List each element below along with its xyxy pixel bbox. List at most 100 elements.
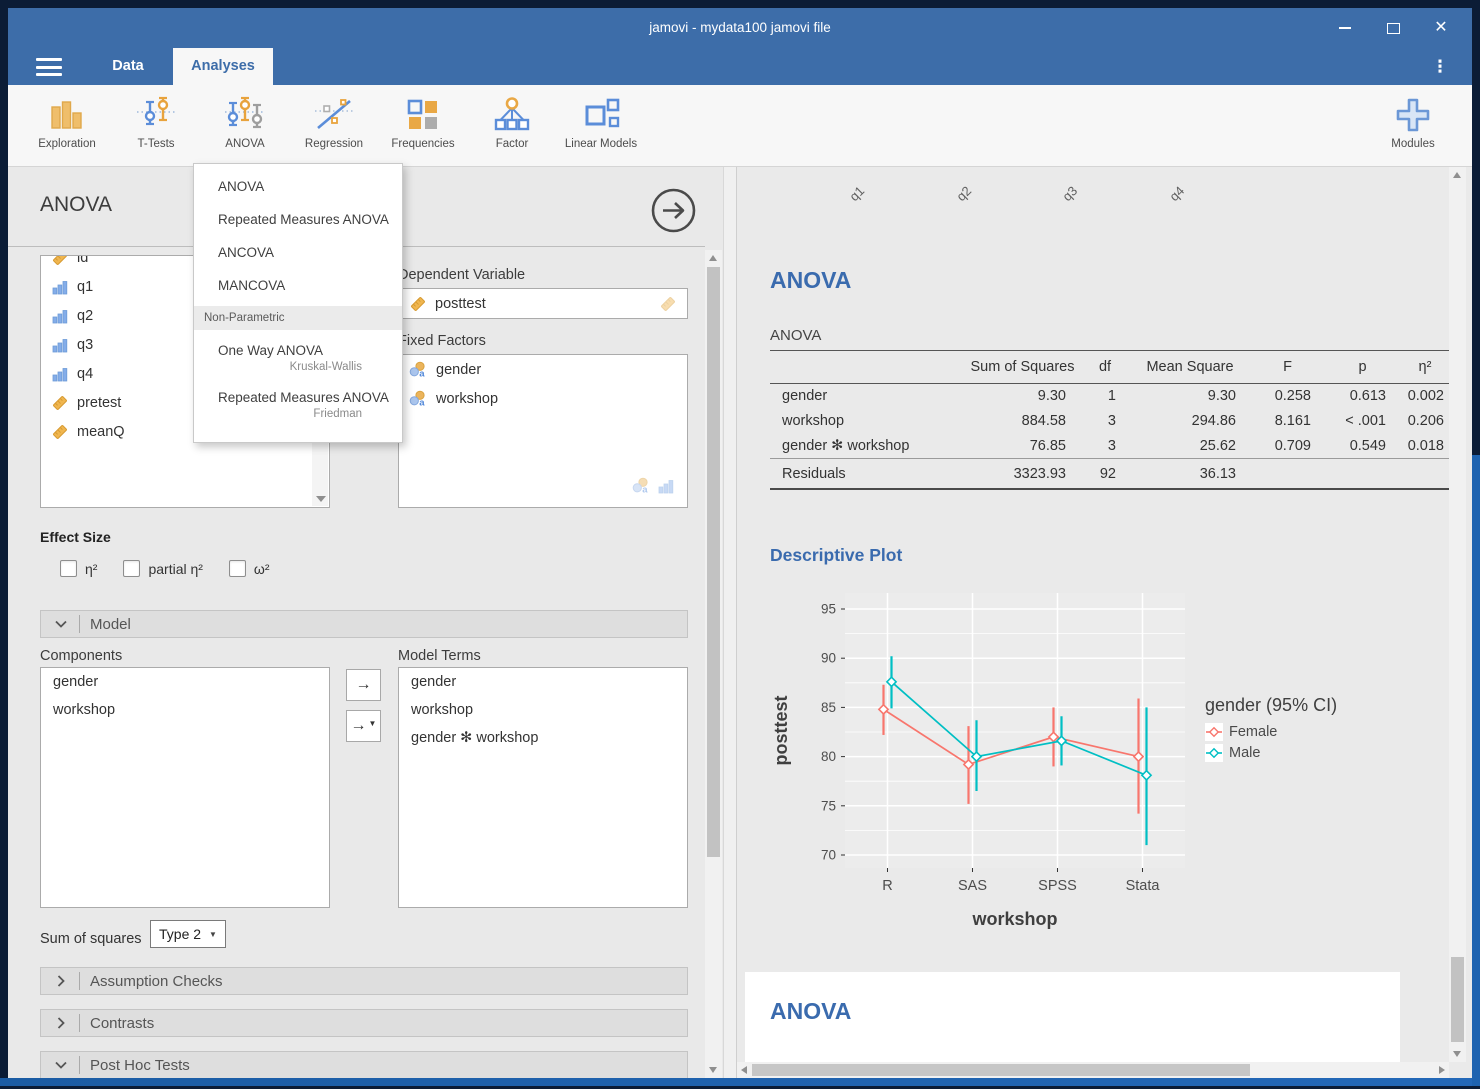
model-terms-label: Model Terms (398, 648, 481, 664)
model-terms-list[interactable]: genderworkshopgender ✻ workshop (398, 667, 688, 908)
minimize-button[interactable] (1322, 8, 1368, 48)
menu-item-repeated-measures-anova[interactable]: Repeated Measures ANOVA (194, 203, 402, 236)
tab-analyses[interactable]: Analyses (173, 48, 273, 85)
scroll-right-icon[interactable] (1439, 1066, 1445, 1074)
component-gender[interactable]: gender (41, 668, 329, 696)
analyses-ribbon: Exploration T-Tests ANOVARegressionFr (8, 85, 1472, 167)
effect-size-checkbox-0[interactable]: η² (60, 560, 97, 577)
results-vertical-scrollbar[interactable] (1449, 167, 1466, 1062)
close-button[interactable]: ✕ (1418, 8, 1464, 48)
continuous-variable-icon (51, 255, 69, 267)
exploration-icon (47, 95, 87, 135)
window-frame-accent (0, 1078, 1480, 1086)
rotated-column-label: q2 (953, 183, 974, 204)
model-term[interactable]: gender ✻ workshop (399, 724, 687, 752)
panel-splitter[interactable] (723, 167, 737, 1078)
svg-text:70: 70 (821, 848, 836, 863)
ribbon-button-regression[interactable]: Regression (290, 93, 378, 159)
scroll-left-icon[interactable] (741, 1066, 747, 1074)
anova-table-caption: ANOVA (770, 327, 821, 344)
model-term[interactable]: workshop (399, 696, 687, 724)
model-section-header[interactable]: Model (40, 610, 688, 638)
more-options-icon[interactable]: ⋮ (1428, 55, 1452, 79)
new-anova-heading: ANOVA (770, 998, 851, 1025)
add-term-button[interactable]: → (346, 669, 381, 701)
continuous-variable-icon (51, 423, 69, 441)
rotated-column-label: q1 (846, 183, 867, 204)
menu-item-anova[interactable]: ANOVA (194, 170, 402, 203)
scroll-up-icon[interactable] (709, 255, 717, 261)
ribbon-button-frequencies[interactable]: Frequencies (379, 93, 467, 159)
modules-plus-icon (1393, 95, 1433, 135)
nominal-variable-icon: a (409, 361, 428, 379)
rotated-column-label: q4 (1166, 183, 1187, 204)
anova-icon (225, 95, 265, 135)
section-assumption-checks[interactable]: Assumption Checks (40, 967, 688, 995)
ribbon-button-exploration[interactable]: Exploration (23, 93, 111, 159)
ordinal-variable-icon (51, 336, 69, 354)
hide-options-button[interactable] (650, 187, 697, 234)
regression-icon (314, 95, 354, 135)
menu-item-repeated-measures-anova[interactable]: Repeated Measures ANOVA Friedman (194, 381, 402, 428)
dependent-variable-box[interactable]: posttest (398, 288, 688, 319)
component-workshop[interactable]: workshop (41, 696, 329, 724)
checkbox-icon (60, 560, 77, 577)
model-term[interactable]: gender (399, 668, 687, 696)
table-row: workshop884.583294.868.161< .0010.206 (770, 409, 1450, 434)
descriptive-plot: 707580859095RSASSPSSStataposttestworksho… (765, 585, 1215, 940)
checkbox-icon (123, 560, 140, 577)
svg-text:workshop: workshop (971, 909, 1057, 929)
options-scrollbar[interactable] (705, 250, 722, 1078)
scroll-down-icon[interactable] (709, 1067, 717, 1073)
menu-item-ancova[interactable]: ANCOVA (194, 236, 402, 269)
ordinal-variable-icon (51, 278, 69, 296)
options-title: ANOVA (40, 193, 112, 217)
components-list[interactable]: genderworkshop (40, 667, 330, 908)
right-arrow-icon: → (351, 717, 367, 735)
continuous-variable-icon (51, 394, 69, 412)
effect-size-checkbox-1[interactable]: partial η² (123, 560, 202, 577)
sum-of-squares-select[interactable]: Type 2 ▼ (150, 920, 226, 948)
anova-results-table: Sum of SquaresdfMean SquareFpη² gender9.… (770, 350, 1450, 490)
maximize-button[interactable] (1370, 8, 1416, 48)
anova-dropdown-menu: ANOVARepeated Measures ANOVAANCOVAMANCOV… (193, 163, 403, 443)
variable-gender[interactable]: agender (399, 355, 687, 384)
descriptive-plot-heading: Descriptive Plot (770, 545, 902, 566)
svg-text:a: a (419, 368, 425, 378)
menu-item-mancova[interactable]: MANCOVA (194, 269, 402, 302)
ordinal-type-watermark-icon (657, 477, 675, 500)
results-horizontal-scrollbar[interactable] (737, 1062, 1449, 1078)
menu-item-one-way-anova[interactable]: One Way ANOVA Kruskal-Wallis (194, 334, 402, 381)
section-contrasts[interactable]: Contrasts (40, 1009, 688, 1037)
ribbon-button-t-tests[interactable]: T-Tests (112, 93, 200, 159)
tab-bar: Data Analyses ⋮ (8, 48, 1472, 85)
svg-text:R: R (882, 878, 892, 894)
new-analysis-card[interactable]: ANOVA (745, 972, 1400, 1062)
window-title: jamovi - mydata100 jamovi file (8, 8, 1472, 48)
svg-text:posttest: posttest (771, 695, 791, 765)
chevron-down-icon (53, 616, 69, 632)
ribbon-button-factor[interactable]: Factor (468, 93, 556, 159)
tab-data[interactable]: Data (83, 48, 173, 85)
legend-item-female: Female (1205, 722, 1337, 742)
variable-posttest[interactable]: posttest (399, 289, 687, 318)
ribbon-button-linear-models[interactable]: Linear Models (557, 93, 645, 159)
scroll-down-icon[interactable] (316, 496, 326, 502)
legend-key-icon (1205, 744, 1223, 762)
modules-button[interactable]: Modules (1369, 93, 1457, 159)
variable-workshop[interactable]: aworkshop (399, 384, 687, 413)
menu-section-label: Non-Parametric (194, 306, 402, 330)
table-row: Residuals3323.939236.13 (770, 459, 1450, 490)
ordinal-variable-icon (51, 365, 69, 383)
scroll-down-icon[interactable] (1453, 1051, 1461, 1057)
hamburger-menu-icon[interactable] (36, 56, 66, 78)
effect-size-checkbox-2[interactable]: ω² (229, 560, 270, 577)
section-post-hoc-tests[interactable]: Post Hoc Tests (40, 1051, 688, 1078)
ordinal-variable-icon (657, 477, 675, 495)
t-tests-icon (136, 95, 176, 135)
ribbon-button-anova[interactable]: ANOVA (201, 93, 289, 159)
fixed-factors-box[interactable]: agenderaworkshop a (398, 354, 688, 508)
scroll-up-icon[interactable] (1453, 172, 1461, 178)
add-interaction-button[interactable]: →▼ (346, 710, 381, 742)
chevron-right-icon (53, 973, 69, 989)
